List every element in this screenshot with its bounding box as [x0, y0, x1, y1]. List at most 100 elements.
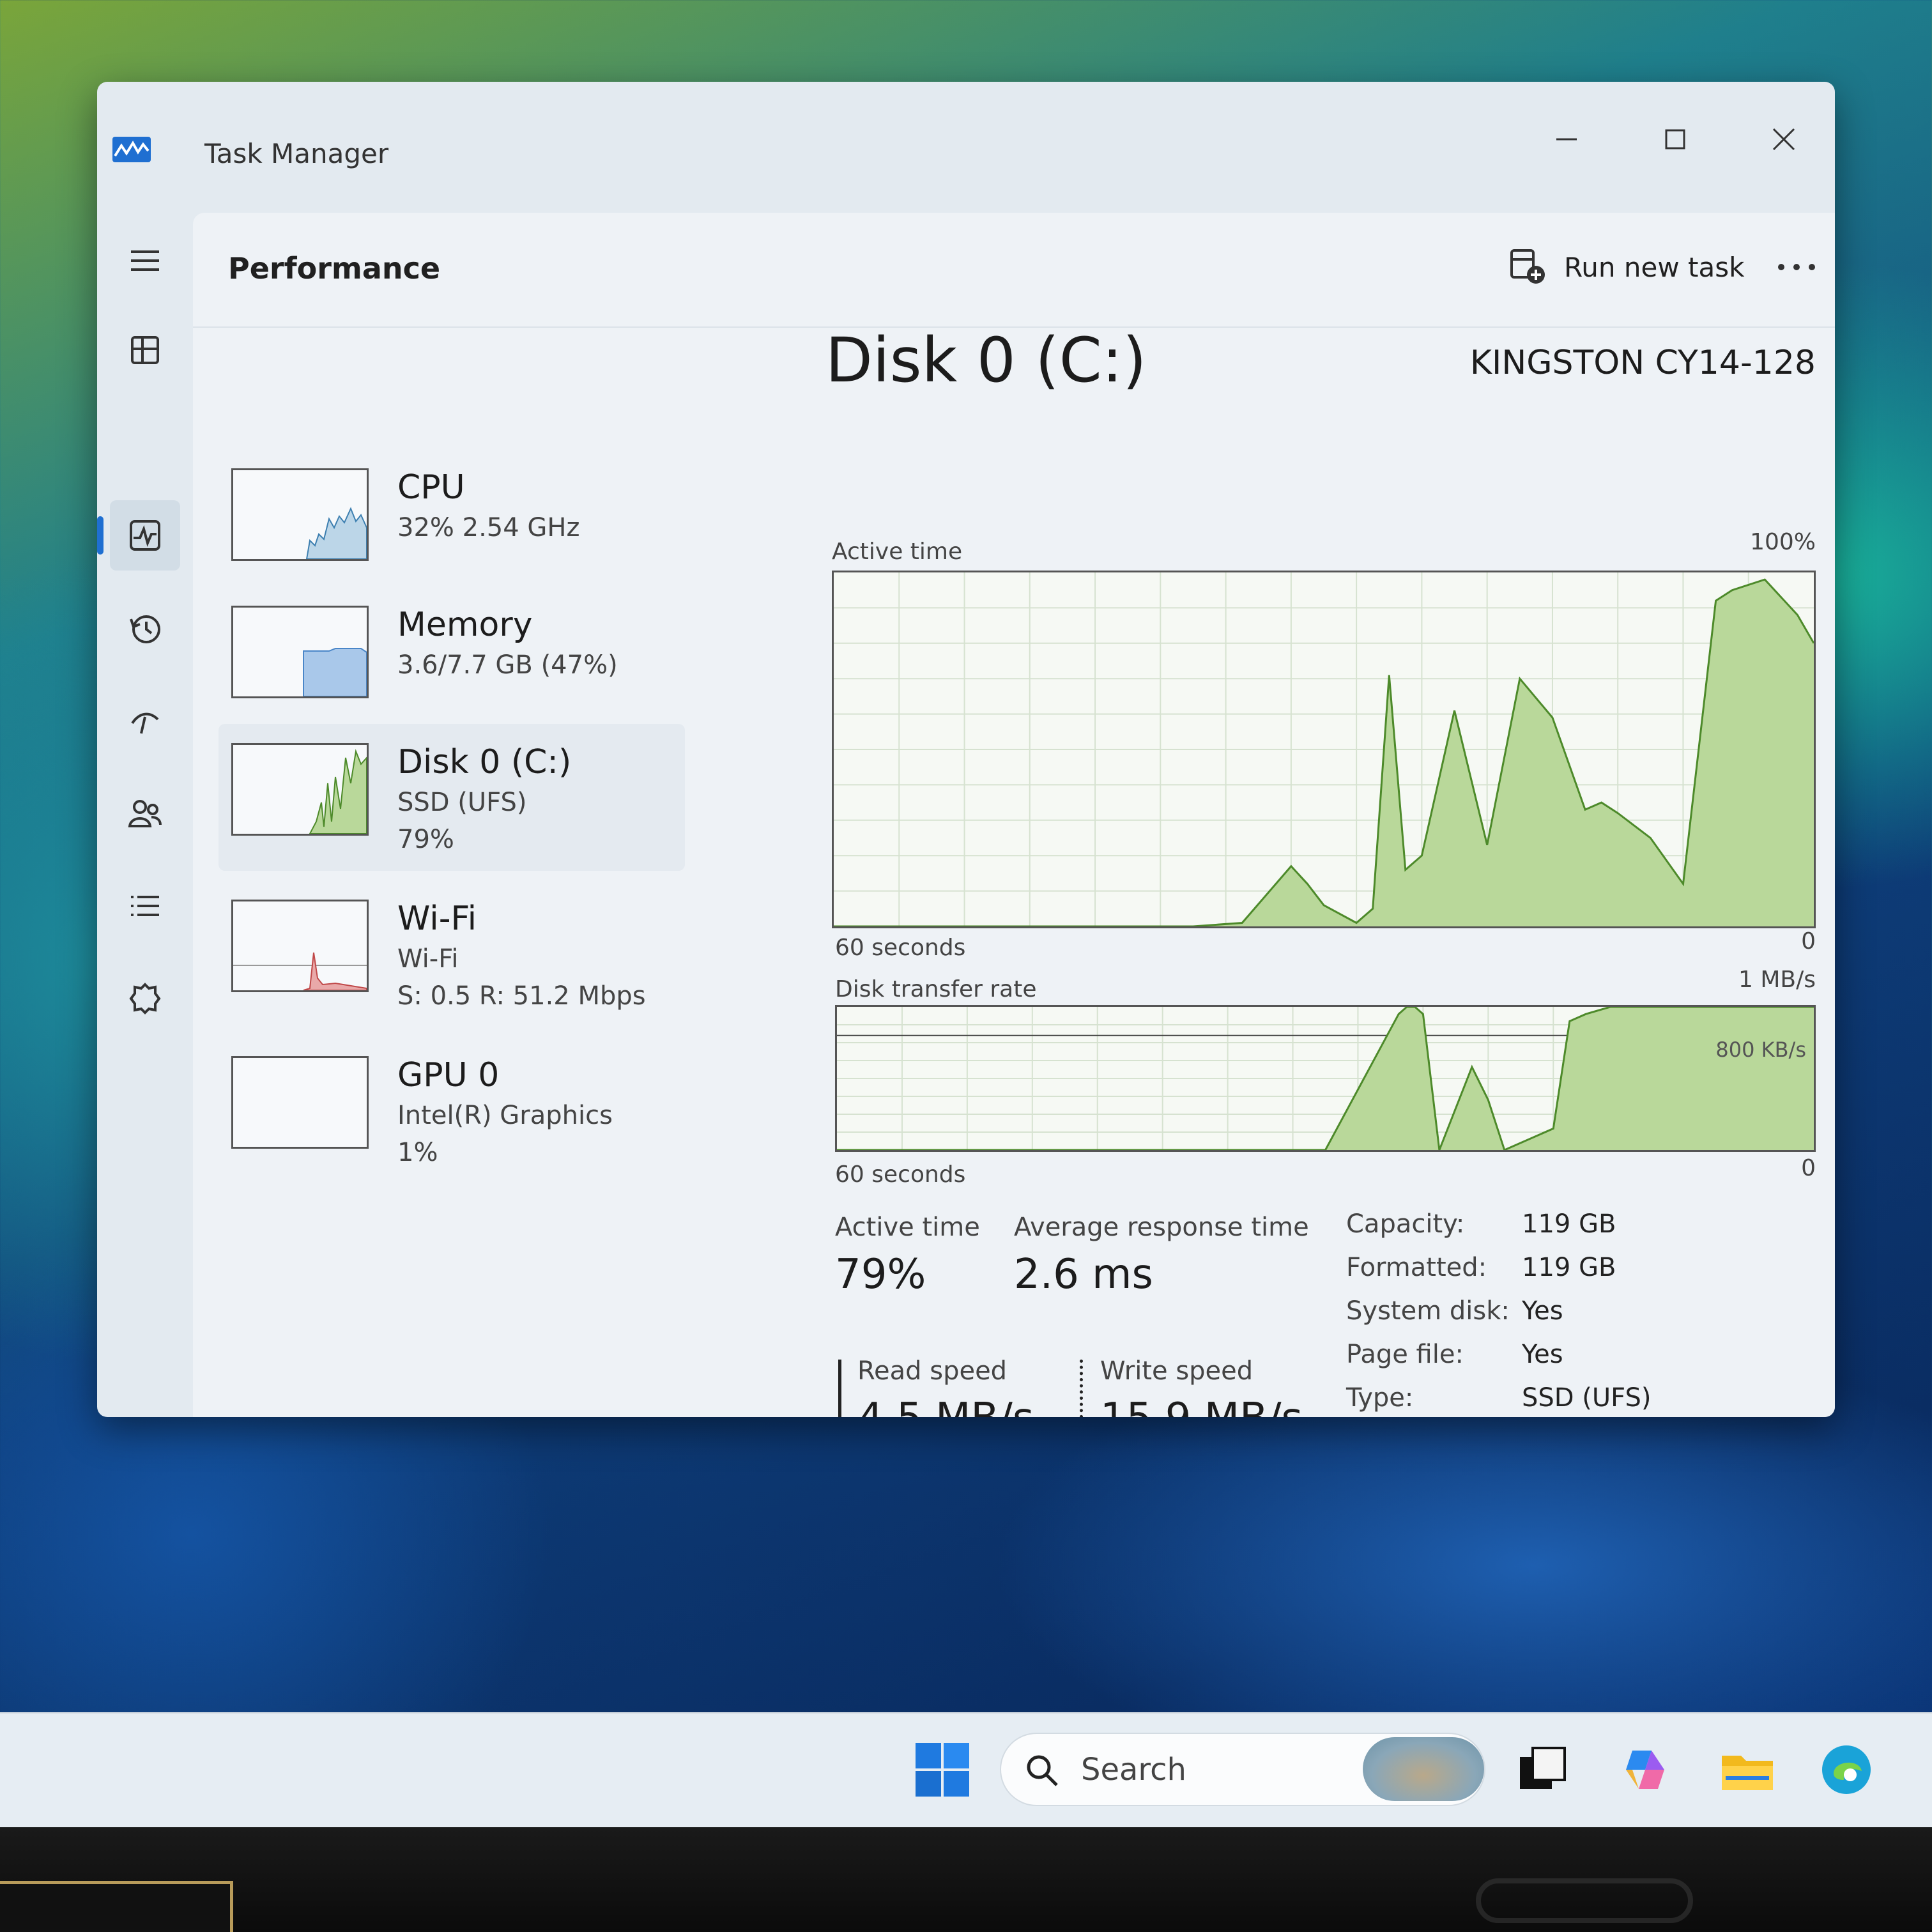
- detail-title: Disk 0 (C:): [825, 325, 1147, 396]
- minimize-button[interactable]: [1528, 107, 1605, 171]
- avg-response-stat-label: Average response time: [1014, 1213, 1309, 1242]
- navigation-sidebar: [97, 210, 193, 1417]
- device-name: Wi-Fi: [397, 900, 477, 938]
- write-speed-legend-line: [1080, 1360, 1083, 1417]
- sidebar-item-details[interactable]: [110, 871, 180, 941]
- wifi-mini-graph: [233, 952, 367, 991]
- taskbar: Search: [0, 1712, 1932, 1827]
- taskbar-search-label: Search: [1081, 1752, 1186, 1788]
- transfer-rate-max-label: 1 MB/s: [1738, 967, 1816, 993]
- system-disk-label: System disk:: [1346, 1296, 1510, 1326]
- sidebar-item-startup-apps[interactable]: [110, 686, 180, 756]
- windows-start-icon[interactable]: [910, 1738, 974, 1802]
- transfer-rate-min-label: 0: [1801, 1155, 1816, 1181]
- taskbar-search-box[interactable]: Search: [1000, 1733, 1485, 1806]
- device-wifi[interactable]: Wi-Fi Wi-Fi S: 0.5 R: 51.2 Mbps: [218, 880, 685, 1027]
- device-detail: 3.6/7.7 GB (47%): [397, 650, 618, 680]
- active-time-stat-value: 79%: [835, 1251, 926, 1298]
- hamburger-icon: [131, 250, 159, 271]
- sidebar-item-processes[interactable]: [110, 315, 180, 385]
- edge-icon[interactable]: [1814, 1738, 1878, 1802]
- device-name: CPU: [397, 468, 465, 507]
- device-name: GPU 0: [397, 1056, 500, 1094]
- system-disk-value: Yes: [1522, 1296, 1563, 1326]
- transfer-rate-duration-label: 60 seconds: [835, 1162, 966, 1188]
- sidebar-item-performance[interactable]: [110, 500, 180, 571]
- pane-header: Performance Run new task: [193, 213, 1835, 328]
- disk-model: KINGSTON CY14-128: [1469, 344, 1816, 382]
- disk-thumbnail: [231, 743, 369, 836]
- device-detail: 32% 2.54 GHz: [397, 513, 580, 542]
- type-label: Type:: [1346, 1383, 1414, 1413]
- more-icon: [1778, 264, 1815, 270]
- active-time-chart-label: Active time: [832, 539, 963, 565]
- device-gpu-0[interactable]: GPU 0 Intel(R) Graphics 1%: [218, 1037, 685, 1184]
- services-icon: [129, 983, 161, 1015]
- laptop-sticker: [0, 1881, 233, 1932]
- active-time-max-label: 100%: [1750, 529, 1816, 555]
- device-memory[interactable]: Memory 3.6/7.7 GB (47%): [218, 586, 685, 733]
- details-icon: [131, 896, 159, 916]
- search-icon: [1027, 1755, 1058, 1786]
- active-time-min-label: 0: [1801, 928, 1816, 954]
- file-explorer-icon[interactable]: [1715, 1738, 1779, 1802]
- minimize-icon: [1556, 138, 1577, 141]
- task-manager-window: Task Manager Performance Run new task CP…: [97, 82, 1835, 1417]
- transfer-rate-chart: 800 KB/s: [835, 1005, 1816, 1152]
- read-speed-legend-line: [838, 1360, 841, 1417]
- users-icon: [128, 800, 162, 827]
- copilot-icon[interactable]: [1613, 1738, 1677, 1802]
- device-name: Disk 0 (C:): [397, 743, 572, 781]
- run-new-task-label: Run new task: [1564, 251, 1745, 283]
- sidebar-item-app-history[interactable]: [110, 593, 180, 663]
- active-time-stat-label: Active time: [835, 1213, 980, 1242]
- capacity-label: Capacity:: [1346, 1209, 1465, 1239]
- device-name: Memory: [397, 606, 533, 644]
- memory-thumbnail: [231, 606, 369, 698]
- cpu-mini-graph: [305, 507, 367, 560]
- device-detail: SSD (UFS): [397, 788, 527, 817]
- laptop-brand-logo: [1476, 1878, 1693, 1923]
- more-options-button[interactable]: [1771, 245, 1822, 289]
- page-file-label: Page file:: [1346, 1340, 1464, 1369]
- search-highlight-image: [1363, 1737, 1484, 1801]
- write-speed-label: Write speed: [1100, 1356, 1254, 1386]
- processes-icon: [131, 336, 159, 364]
- run-task-icon: [1510, 249, 1545, 284]
- type-value: SSD (UFS): [1522, 1383, 1652, 1413]
- maximize-button[interactable]: [1637, 107, 1713, 171]
- read-speed-label: Read speed: [857, 1356, 1008, 1386]
- write-speed-value: 15.9 MB/s: [1100, 1395, 1303, 1417]
- startup-icon: [131, 712, 159, 734]
- transfer-rate-line-label: 800 KB/s: [1715, 1038, 1806, 1062]
- transfer-rate-chart-svg: [837, 1006, 1814, 1152]
- active-time-chart: [832, 571, 1816, 928]
- title-bar[interactable]: Task Manager: [97, 82, 1835, 210]
- transfer-rate-chart-label: Disk transfer rate: [835, 976, 1037, 1002]
- read-speed-value: 4.5 MB/s: [857, 1395, 1034, 1417]
- device-usage: 1%: [397, 1138, 438, 1167]
- run-new-task-button[interactable]: Run new task: [1509, 238, 1744, 296]
- sidebar-item-users[interactable]: [110, 778, 180, 848]
- device-disk-0[interactable]: Disk 0 (C:) SSD (UFS) 79%: [218, 724, 685, 871]
- gpu-thumbnail: [231, 1056, 369, 1149]
- task-manager-app-icon: [112, 137, 151, 162]
- device-cpu[interactable]: CPU 32% 2.54 GHz: [218, 449, 685, 596]
- device-detail: Intel(R) Graphics: [397, 1101, 613, 1130]
- wifi-thumbnail: [231, 900, 369, 992]
- active-time-chart-svg: [834, 572, 1815, 928]
- sidebar-item-services[interactable]: [110, 963, 180, 1034]
- maximize-icon: [1665, 129, 1685, 150]
- performance-icon: [130, 520, 160, 551]
- cpu-thumbnail: [231, 468, 369, 561]
- active-indicator: [97, 516, 103, 555]
- performance-pane: Performance Run new task CPU 32% 2.54 GH…: [193, 213, 1835, 1417]
- page-title: Performance: [228, 251, 441, 286]
- close-icon: [1772, 128, 1795, 151]
- menu-button[interactable]: [110, 226, 180, 296]
- capacity-value: 119 GB: [1522, 1209, 1616, 1239]
- task-view-icon[interactable]: [1511, 1738, 1575, 1802]
- close-button[interactable]: [1745, 107, 1822, 171]
- memory-mini-graph: [303, 648, 367, 697]
- window-title: Task Manager: [204, 138, 389, 169]
